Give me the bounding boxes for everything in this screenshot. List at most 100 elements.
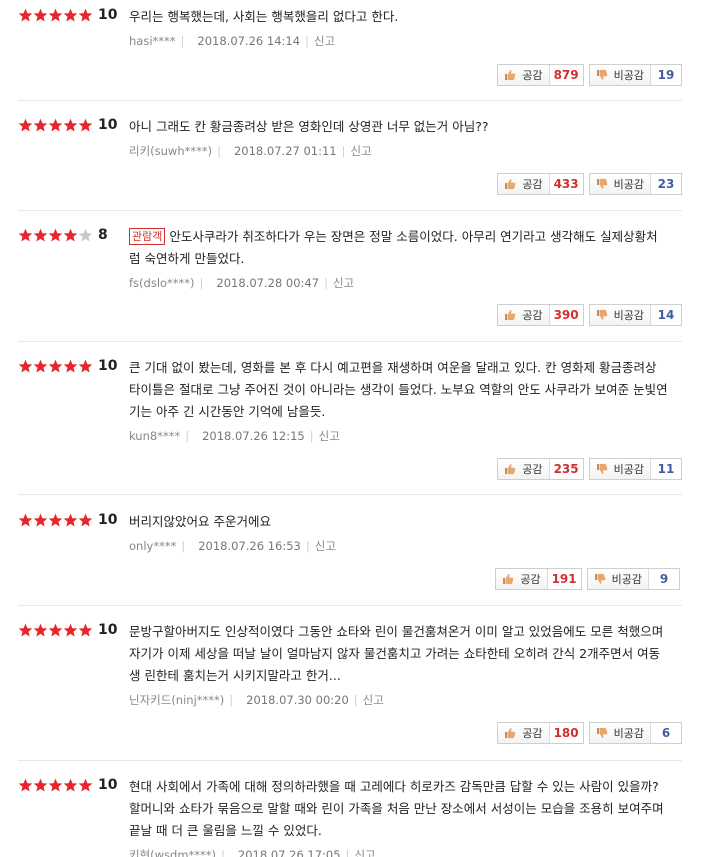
score-number: 10 — [98, 7, 118, 23]
like-label: 공감 — [522, 727, 543, 740]
vote-actions: 공감 180 비공감 6 — [497, 722, 682, 744]
review-item: 10 우리는 행복했는데, 사회는 행복했을리 없다고 한다. hasi****… — [18, 6, 682, 101]
report-link[interactable]: 신고 — [315, 539, 336, 553]
review-body: 아니 그래도 칸 황금종려상 받은 영화인데 상영관 너무 없는거 아님?? 리… — [129, 116, 669, 160]
author-name[interactable]: 닌자키드(ninj****) — [129, 693, 224, 707]
dislike-label: 비공감 — [613, 69, 644, 82]
thumbs-up-icon — [504, 463, 519, 475]
star-filled-icon — [63, 513, 78, 528]
report-link[interactable]: 신고 — [363, 693, 384, 707]
star-filled-icon — [33, 228, 48, 243]
report-link[interactable]: 신고 — [354, 848, 375, 857]
like-label: 공감 — [520, 573, 541, 586]
report-link[interactable]: 신고 — [319, 429, 340, 443]
star-empty-icon — [78, 228, 93, 243]
dislike-count: 6 — [661, 726, 671, 740]
thumbs-down-icon — [596, 309, 611, 321]
star-filled-icon — [48, 359, 63, 374]
like-button[interactable]: 공감 235 — [497, 458, 584, 480]
separator: | — [221, 848, 225, 857]
review-text-content: 큰 기대 없이 봤는데, 영화를 본 후 다시 예고편을 재생하며 여운을 달래… — [129, 360, 668, 419]
dislike-button[interactable]: 비공감 19 — [588, 64, 682, 86]
star-rating — [18, 228, 93, 243]
separator: | — [353, 693, 358, 707]
author-name[interactable]: hasi**** — [129, 34, 176, 48]
author-name[interactable]: only**** — [129, 539, 176, 553]
review-text-content: 문방구할아버지도 인상적이였다 그동안 쇼타와 린이 물건훔쳐온거 이미 알고 … — [129, 624, 664, 683]
star-filled-icon — [78, 778, 93, 793]
separator: | — [229, 693, 234, 707]
like-button[interactable]: 공감 879 — [497, 64, 584, 86]
review-body: 문방구할아버지도 인상적이였다 그동안 쇼타와 린이 물건훔쳐온거 이미 알고 … — [129, 621, 669, 709]
star-filled-icon — [33, 513, 48, 528]
dislike-button[interactable]: 비공감 9 — [586, 568, 680, 590]
star-filled-icon — [33, 8, 48, 23]
report-link[interactable]: 신고 — [351, 144, 372, 158]
review-date: 2018.07.26 17:05 — [237, 848, 341, 857]
score-number: 10 — [98, 512, 118, 528]
review-body: 우리는 행복했는데, 사회는 행복했을리 없다고 한다. hasi**** | 20… — [129, 6, 669, 50]
review-meta: fs(dslo****) | 2018.07.28 00:47 | 신고 — [129, 274, 669, 292]
separator: | — [345, 848, 350, 857]
vote-actions: 공감 235 비공감 11 — [497, 458, 682, 480]
review-meta: 리키(suwh****) | 2018.07.27 01:11 | 신고 — [129, 142, 669, 160]
separator: | — [180, 34, 185, 48]
score-number: 10 — [98, 117, 118, 133]
star-filled-icon — [48, 118, 63, 133]
like-count: 191 — [551, 572, 577, 586]
thumbs-up-icon — [504, 69, 519, 81]
author-name[interactable]: 키현(wsdm****) — [129, 848, 216, 857]
separator: | — [185, 429, 190, 443]
review-item: 10 문방구할아버지도 인상적이였다 그동안 쇼타와 린이 물건훔쳐온거 이미 … — [18, 621, 682, 761]
review-body: 관람객 안도사쿠라가 취조하다가 우는 장면은 정말 소름이었다. 아무리 연기라… — [129, 226, 669, 292]
score-number: 8 — [98, 227, 108, 243]
review-meta: hasi**** | 2018.07.26 14:14 | 신고 — [129, 32, 669, 50]
report-link[interactable]: 신고 — [333, 276, 354, 290]
report-link[interactable]: 신고 — [314, 34, 335, 48]
star-filled-icon — [18, 778, 33, 793]
review-text: 큰 기대 없이 봤는데, 영화를 본 후 다시 예고편을 재생하며 여운을 달래… — [129, 357, 669, 423]
thumbs-up-icon — [504, 178, 519, 190]
dislike-button[interactable]: 비공감 11 — [588, 458, 682, 480]
star-rating — [18, 513, 93, 528]
separator: | — [217, 144, 221, 158]
like-label: 공감 — [522, 178, 543, 191]
separator: | — [305, 539, 310, 553]
star-filled-icon — [78, 118, 93, 133]
review-score: 10 — [18, 116, 120, 134]
star-filled-icon — [48, 228, 63, 243]
star-filled-icon — [63, 778, 78, 793]
star-rating — [18, 623, 93, 638]
like-button[interactable]: 공감 180 — [497, 722, 584, 744]
dislike-count: 11 — [657, 462, 675, 476]
dislike-button[interactable]: 비공감 23 — [588, 173, 682, 195]
star-filled-icon — [78, 623, 93, 638]
separator: | — [324, 276, 328, 290]
like-count: 180 — [553, 726, 579, 740]
review-score: 10 — [18, 621, 120, 639]
review-text-content: 버리지않았어요 주운거에요 — [129, 514, 271, 529]
like-count: 390 — [553, 308, 579, 322]
star-filled-icon — [48, 623, 63, 638]
review-score: 10 — [18, 776, 120, 794]
dislike-button[interactable]: 비공감 6 — [588, 722, 682, 744]
star-filled-icon — [18, 8, 33, 23]
star-filled-icon — [33, 778, 48, 793]
dislike-count: 14 — [657, 308, 675, 322]
author-name[interactable]: kun8**** — [129, 429, 180, 443]
review-text: 아니 그래도 칸 황금종려상 받은 영화인데 상영관 너무 없는거 아님?? — [129, 116, 669, 138]
like-count: 235 — [553, 462, 579, 476]
like-button[interactable]: 공감 191 — [495, 568, 582, 590]
vote-actions: 공감 390 비공감 14 — [497, 304, 682, 326]
author-name[interactable]: 리키(suwh****) — [129, 144, 212, 158]
star-rating — [18, 118, 93, 133]
like-button[interactable]: 공감 433 — [497, 173, 584, 195]
star-filled-icon — [18, 359, 33, 374]
review-score: 8 — [18, 226, 120, 244]
like-count: 433 — [553, 177, 579, 191]
author-name[interactable]: fs(dslo****) — [129, 276, 195, 290]
star-filled-icon — [63, 118, 78, 133]
dislike-button[interactable]: 비공감 14 — [588, 304, 682, 326]
like-button[interactable]: 공감 390 — [497, 304, 584, 326]
thumbs-down-icon — [596, 178, 611, 190]
